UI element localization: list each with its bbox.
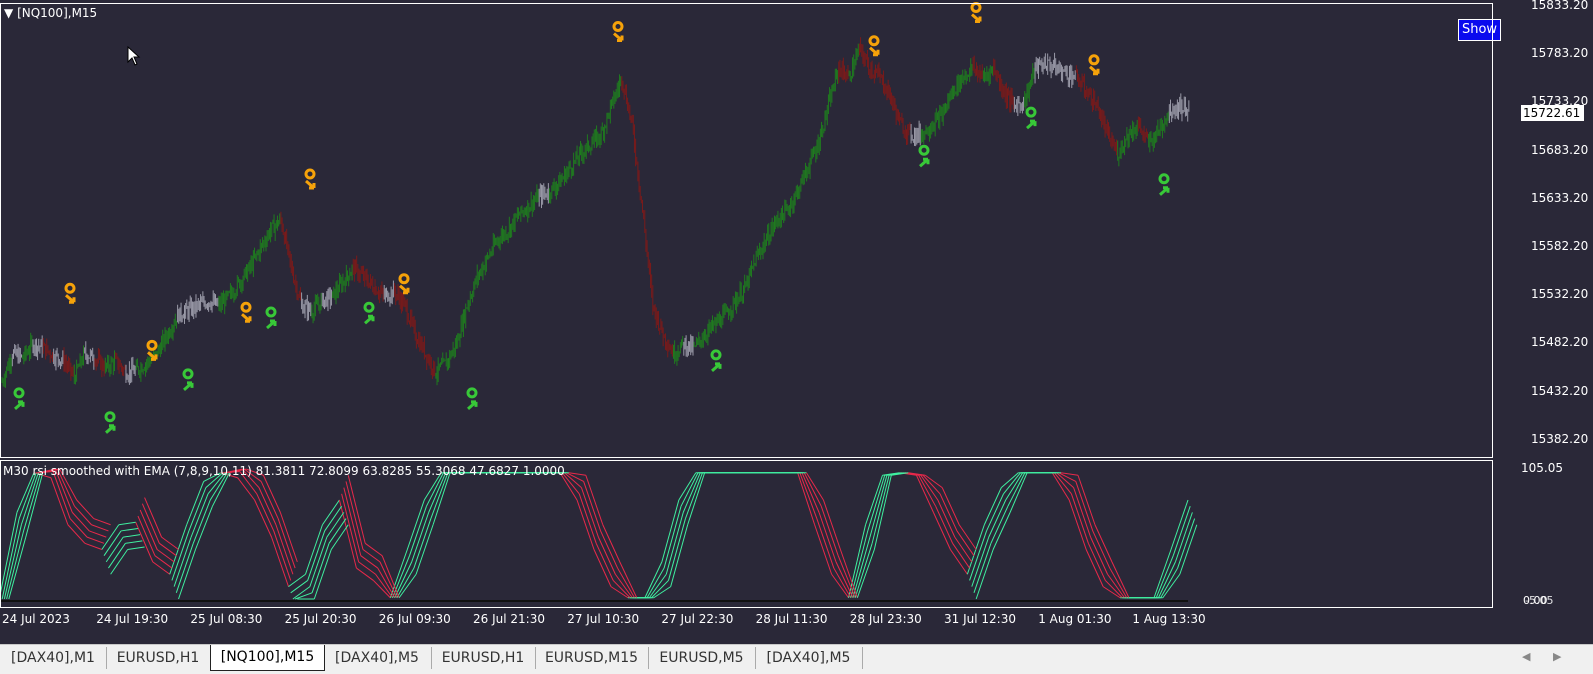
time-tick-label: 27 Jul 10:30 [567, 612, 640, 626]
price-scale[interactable]: 15833.20 15783.20 15733.20 15683.20 15633.20… [1520, 0, 1593, 620]
price-tick-label: 15582.20 [1531, 239, 1589, 253]
time-tick-label: 24 Jul 2023 [2, 612, 70, 626]
indicator-tick-overlap: -5.05 [1525, 594, 1554, 607]
price-tick-label: 15482.20 [1531, 335, 1589, 350]
time-tick-label: 26 Jul 21:30 [473, 612, 545, 626]
time-tick-label: 1 Aug 13:30 [1132, 612, 1206, 626]
chart-tab[interactable]: EURUSD,M5 [648, 647, 756, 669]
chart-tab[interactable]: EURUSD,M15 [535, 647, 649, 669]
price-tick-label: 15532.20 [1531, 287, 1589, 302]
time-tick-label: 31 Jul 12:30 [944, 612, 1016, 626]
time-tick-label: 25 Jul 08:30 [190, 612, 263, 626]
time-tick-label: 28 Jul 23:30 [849, 612, 922, 626]
price-tick-label: 15783.20 [1531, 46, 1589, 61]
chart-tab[interactable]: [DAX40],M5 [755, 647, 863, 669]
price-tick-label: 15633.20 [1531, 190, 1589, 205]
chart-tab[interactable]: EURUSD,H1 [106, 647, 211, 669]
current-price-tag: 15722.61 [1521, 105, 1584, 121]
chart-frame [0, 3, 1493, 608]
chart-tabs-bar: [DAX40],M1 EURUSD,H1 [NQ100],M15 [DAX40],M5… [0, 644, 1593, 674]
scroll-left-icon[interactable]: ◀ [1522, 650, 1530, 663]
price-tick-label: 15683.20 [1531, 142, 1589, 157]
chart-tab[interactable]: EURUSD,H1 [431, 647, 536, 669]
time-tick-label: 25 Jul 20:30 [284, 612, 357, 626]
scroll-right-icon[interactable]: ▶ [1553, 650, 1561, 663]
chart-window[interactable]: ▼ [NQ100],M15 Show M30 rsi smoothed with… [0, 0, 1593, 674]
chart-tab[interactable]: [NQ100],M15 [210, 645, 325, 671]
time-tick-label: 28 Jul 11:30 [755, 612, 828, 626]
price-tick-label: 15432.20 [1531, 383, 1589, 398]
chart-tab[interactable]: [DAX40],M1 [0, 647, 107, 669]
time-tick-label: 1 Aug 01:30 [1038, 612, 1112, 626]
indicator-tick-max: 105.05 [1521, 461, 1563, 475]
time-tick-label: 26 Jul 09:30 [378, 612, 451, 626]
price-tick-label: 15382.20 [1531, 431, 1589, 446]
time-tick-label: 24 Jul 19:30 [96, 612, 169, 626]
time-tick-label: 27 Jul 22:30 [661, 612, 734, 626]
price-tick-label: 15833.20 [1531, 0, 1589, 12]
chart-tab[interactable]: [DAX40],M5 [323, 647, 432, 669]
